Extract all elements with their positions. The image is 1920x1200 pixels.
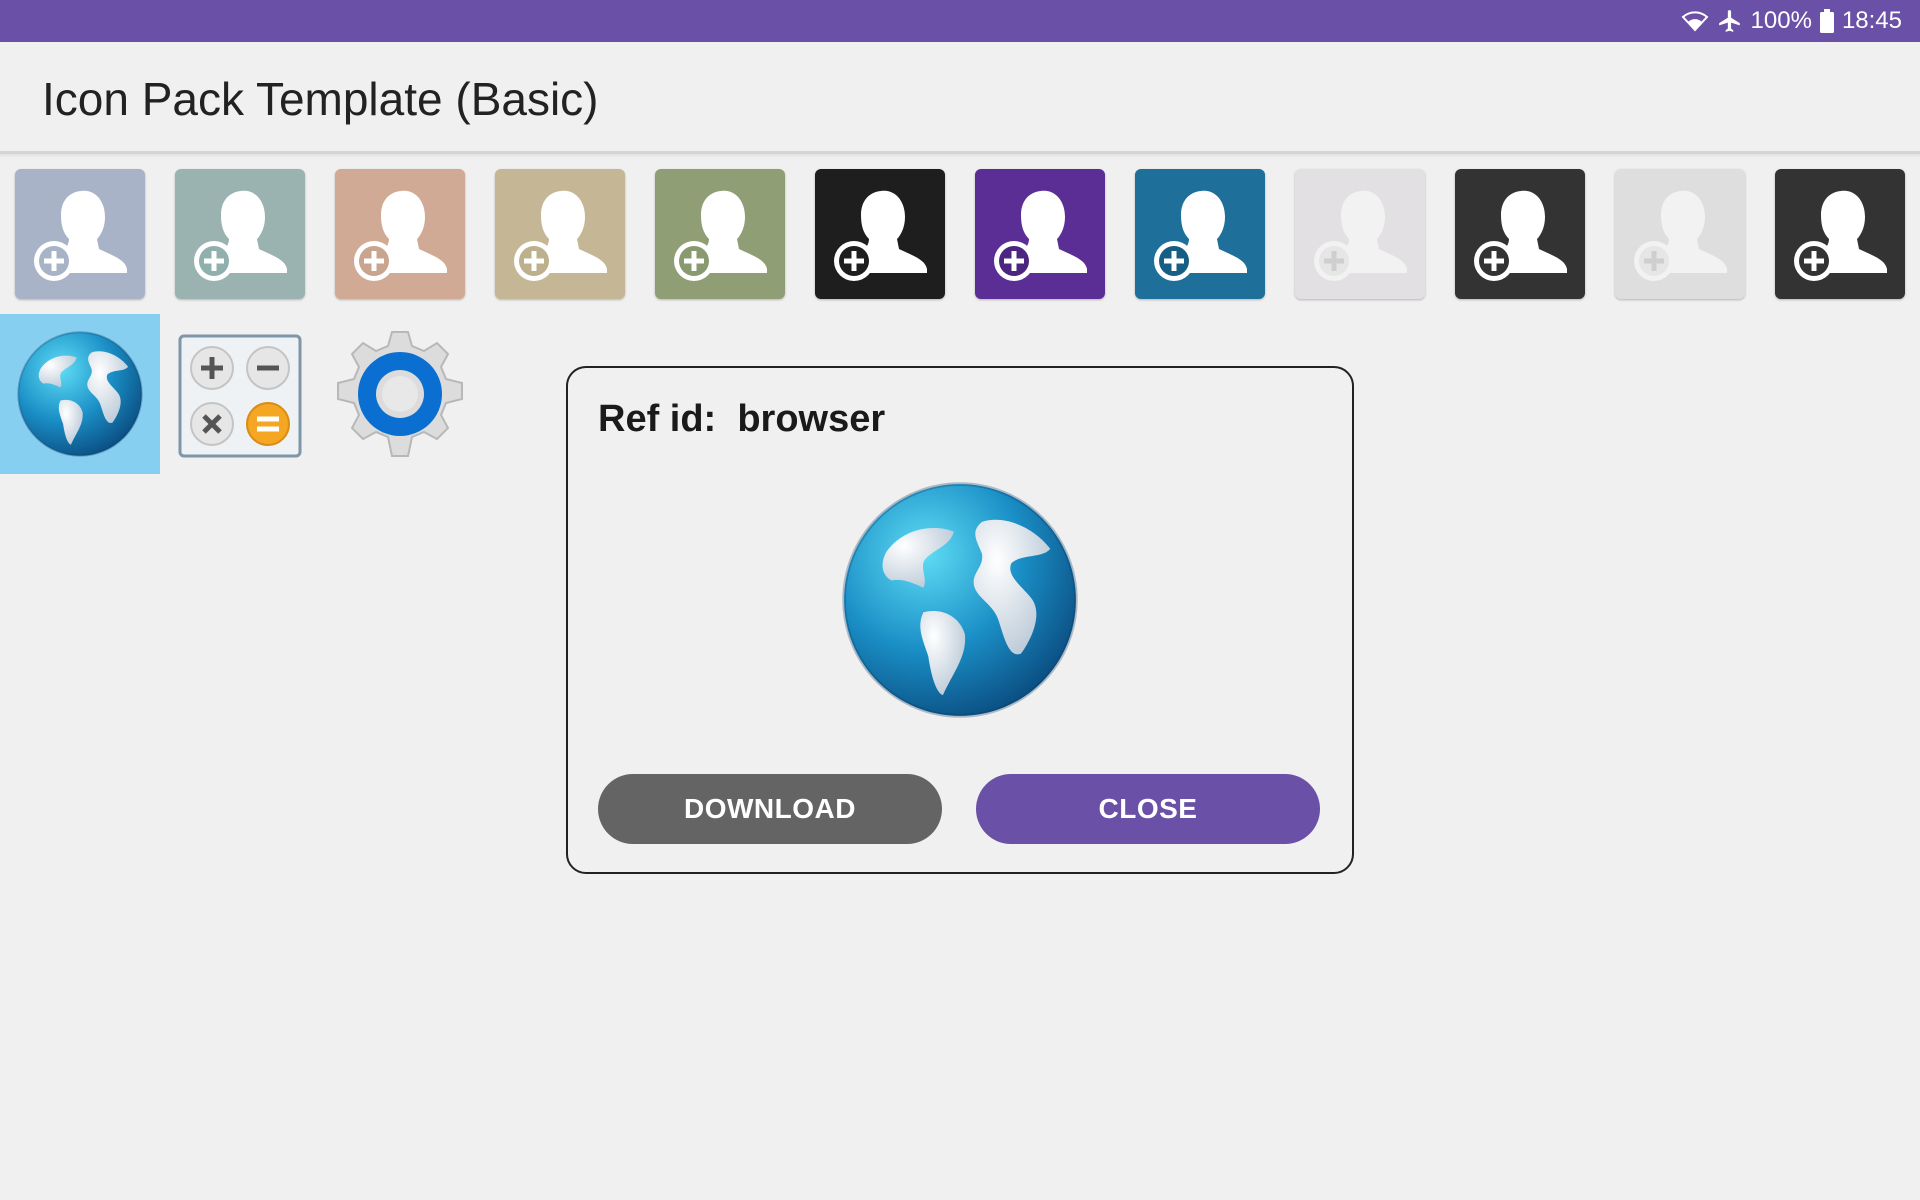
icon-tile[interactable] [815, 169, 945, 299]
page-title: Icon Pack Template (Basic) [42, 73, 599, 125]
icon-detail-dialog: Ref id: browser DOWNLOAD CLOSE [566, 366, 1354, 874]
browser-globe-icon [838, 478, 1082, 727]
clock: 18:45 [1841, 7, 1902, 34]
icon-tile[interactable] [975, 169, 1105, 299]
selected-icon-tile[interactable] [0, 314, 160, 474]
icon-tile[interactable] [335, 169, 465, 299]
calculator-icon[interactable] [178, 334, 302, 463]
icon-tile[interactable] [15, 169, 145, 299]
settings-gear-icon[interactable] [334, 328, 466, 465]
app-bar-shadow [0, 154, 1920, 158]
status-bar: 100% 18:45 [0, 0, 1920, 42]
battery-percent: 100% [1750, 7, 1812, 34]
icon-grid-row-1 [0, 160, 1920, 300]
icon-tile[interactable] [1135, 169, 1265, 299]
icon-tile[interactable] [655, 169, 785, 299]
icon-tile[interactable] [1455, 169, 1585, 299]
battery-icon [1819, 9, 1834, 33]
dialog-title: Ref id: browser [598, 398, 886, 440]
icon-tile[interactable] [175, 169, 305, 299]
download-button[interactable]: DOWNLOAD [598, 774, 942, 844]
icon-tile[interactable] [1615, 169, 1745, 299]
icon-tile[interactable] [1775, 169, 1905, 299]
icon-tile[interactable] [1295, 169, 1425, 299]
icon-grid-row-2 [0, 314, 480, 474]
browser-globe-icon [15, 329, 145, 464]
icon-tile[interactable] [495, 169, 625, 299]
wifi-icon [1681, 10, 1709, 32]
airplane-mode-icon [1717, 8, 1743, 34]
close-button[interactable]: CLOSE [976, 774, 1320, 844]
app-bar: Icon Pack Template (Basic) [0, 42, 1920, 154]
